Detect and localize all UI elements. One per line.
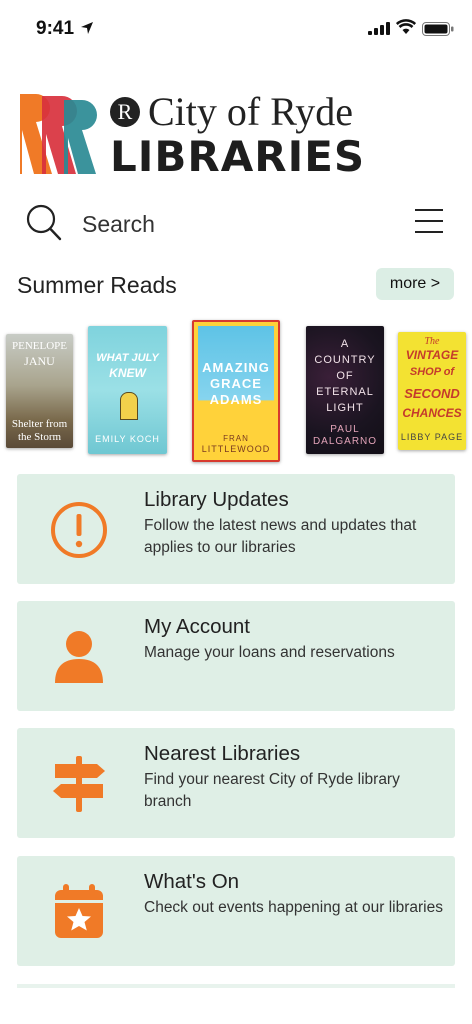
more-button[interactable]: more > [376,268,454,300]
card-description: Manage your loans and reservations [144,644,395,661]
card-title: Nearest Libraries [144,742,301,765]
city-of-ryde-libraries-logo: R City of Ryde LIBRARIES [20,88,380,181]
summer-reads-title: Summer Reads [17,272,177,298]
book-title: The [424,336,440,347]
book-cover-vintage-shop-of-second-chances[interactable]: The VINTAGE SHOP of SECOND CHANCES LIBBY… [398,332,466,450]
book-title: ETERNAL [316,386,374,398]
logo-r-badge: R [110,97,140,127]
book-cover-amazing-grace-adams[interactable]: AMAZING GRACE ADAMS FRAN LITTLEWOOD [192,320,280,462]
book-author: PAUL [330,424,360,435]
status-bar: 9:41 [0,0,472,60]
wifi-icon [396,19,416,34]
card-title: What's On [144,870,240,893]
book-cover-a-country-of-eternal-light[interactable]: A COUNTRY OF ETERNAL LIGHT PAUL DALGARNO [306,326,384,454]
book-title: SECOND [404,386,460,401]
book-author: JANU [24,354,55,368]
search-icon[interactable] [26,204,62,242]
book-author: DALGARNO [312,436,378,447]
book-author: EMILY KOCH [95,434,160,444]
next-card-edge [17,984,455,988]
user-icon [55,631,103,683]
search-bar [26,200,450,248]
book-cover-what-july-knew[interactable]: WHAT JULY KNEW EMILY KOCH [88,326,167,454]
book-author: PENELOPE [12,340,67,352]
book-author: FRAN [223,434,249,443]
book-title: CHANCES [402,406,462,420]
book-title: AMAZING [202,360,270,375]
card-title: Library Updates [144,488,289,511]
card-description: Follow the latest news and updates that … [144,517,417,556]
card-my-account[interactable]: My Account Manage your loans and reserva… [17,601,455,711]
logo-city-text: R City of Ryde [110,88,353,135]
hamburger-menu-icon[interactable] [414,208,444,234]
battery-icon [422,22,454,36]
alert-circle-icon [51,502,107,558]
logo-libraries-text: LIBRARIES [110,132,366,181]
book-title: A [340,338,350,350]
card-library-updates[interactable]: Library Updates Follow the latest news a… [17,474,455,584]
book-title: the Storm [17,431,62,443]
book-author: LIBBY PAGE [400,432,464,442]
card-title: My Account [144,615,250,638]
book-title: KNEW [109,366,146,380]
book-title: COUNTRY [314,354,376,366]
card-description: Find your nearest City of Ryde library b… [144,771,400,810]
signpost-icon [53,756,105,812]
search-input[interactable] [82,208,362,240]
book-cover-shelter-from-the-storm[interactable]: PENELOPE JANU Shelter from the Storm [6,334,73,448]
book-title: VINTAGE [405,348,459,362]
book-carousel[interactable]: PENELOPE JANU Shelter from the Storm WHA… [0,320,472,465]
status-time: 9:41 [36,18,75,39]
calendar-star-icon [55,884,103,938]
book-title: WHAT JULY [96,352,159,364]
book-title: SHOP of [409,366,455,378]
book-title: LIGHT [326,402,364,414]
rrr-logo-mark-icon [20,94,97,174]
card-nearest-libraries[interactable]: Nearest Libraries Find your nearest City… [17,728,455,838]
card-description: Check out events happening at our librar… [144,899,443,916]
book-title: Shelter from [11,418,68,430]
location-arrow-icon [81,22,93,34]
book-title: OF [336,370,354,382]
book-title: GRACE [210,376,262,391]
book-author: LITTLEWOOD [201,444,271,454]
logo-city-name: City of Ryde [148,89,354,134]
book-title: ADAMS [209,392,263,407]
card-whats-on[interactable]: What's On Check out events happening at … [17,856,455,966]
cellular-signal-icon [368,22,390,35]
